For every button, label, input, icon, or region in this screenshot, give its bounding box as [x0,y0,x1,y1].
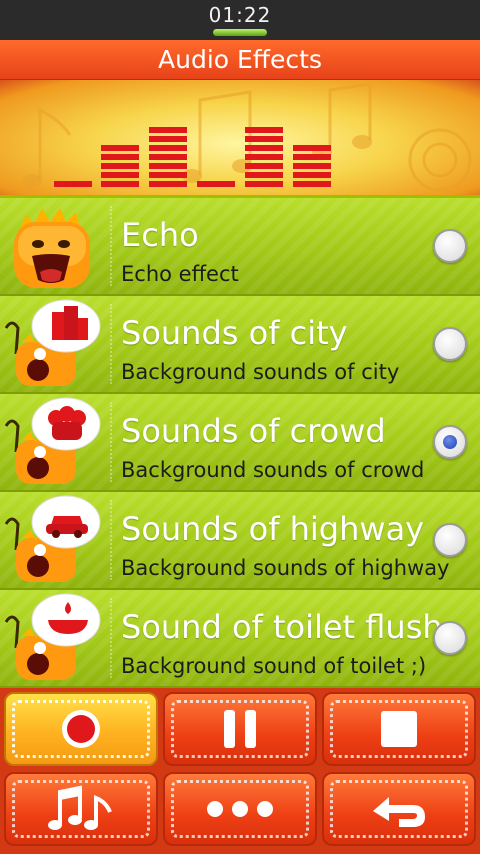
row-divider [110,500,112,580]
equalizer-bar [197,181,235,187]
back-button[interactable] [322,772,476,846]
music-library-button[interactable] [4,772,158,846]
effect-row-echo[interactable]: Echo Echo effect [0,198,480,296]
radio-selected-dot [443,435,457,449]
status-time: 01:22 [208,3,272,27]
effect-title: Echo [121,216,199,254]
orange-monster-icon [14,208,90,288]
effect-subtitle: Background sounds of highway [121,556,450,580]
control-panel [0,688,480,854]
pause-icon [224,710,256,748]
battery-indicator [213,29,267,36]
row-divider [110,598,112,678]
equalizer-bar [101,145,139,187]
status-bar: 01:22 [0,0,480,40]
effect-subtitle: Background sound of toilet ;) [121,654,427,678]
title-bar: Audio Effects [0,40,480,80]
effect-subtitle: Echo effect [121,262,239,286]
page-title: Audio Effects [158,45,322,74]
effect-row-toilet[interactable]: Sound of toilet flush Background sound o… [0,590,480,688]
effect-radio[interactable] [433,621,467,655]
effect-radio[interactable] [433,523,467,557]
city-buildings-icon [4,299,101,386]
equalizer-bar [54,181,92,187]
stop-button[interactable] [322,692,476,766]
effect-subtitle: Background sounds of city [121,360,400,384]
equalizer-bar [293,145,331,187]
car-icon [4,495,101,582]
crowd-people-icon [4,397,101,484]
more-button[interactable] [163,772,317,846]
effect-radio[interactable] [433,229,467,263]
effects-list: Echo Echo effect Sounds of city Backgrou… [0,198,480,688]
effect-title: Sounds of highway [121,510,425,548]
pause-button[interactable] [163,692,317,766]
effect-radio-selected[interactable] [433,425,467,459]
effect-title: Sounds of crowd [121,412,386,450]
row-divider [110,304,112,384]
effect-radio[interactable] [433,327,467,361]
record-icon [62,710,100,748]
row-divider [110,206,112,286]
equalizer-bar [149,127,187,187]
record-button[interactable] [4,692,158,766]
effect-row-city[interactable]: Sounds of city Background sounds of city [0,296,480,394]
equalizer-banner [0,80,480,198]
effect-title: Sounds of city [121,314,348,352]
row-divider [110,402,112,482]
effect-title: Sound of toilet flush [121,608,443,646]
stop-icon [381,711,417,747]
back-arrow-icon [373,797,425,827]
effect-row-highway[interactable]: Sounds of highway Background sounds of h… [0,492,480,590]
equalizer-bar [245,127,283,187]
effect-row-crowd[interactable]: Sounds of crowd Background sounds of cro… [0,394,480,492]
effect-subtitle: Background sounds of crowd [121,458,425,482]
music-notes-icon [48,785,112,830]
more-dots-icon [207,801,273,817]
bathtub-icon [4,593,101,680]
